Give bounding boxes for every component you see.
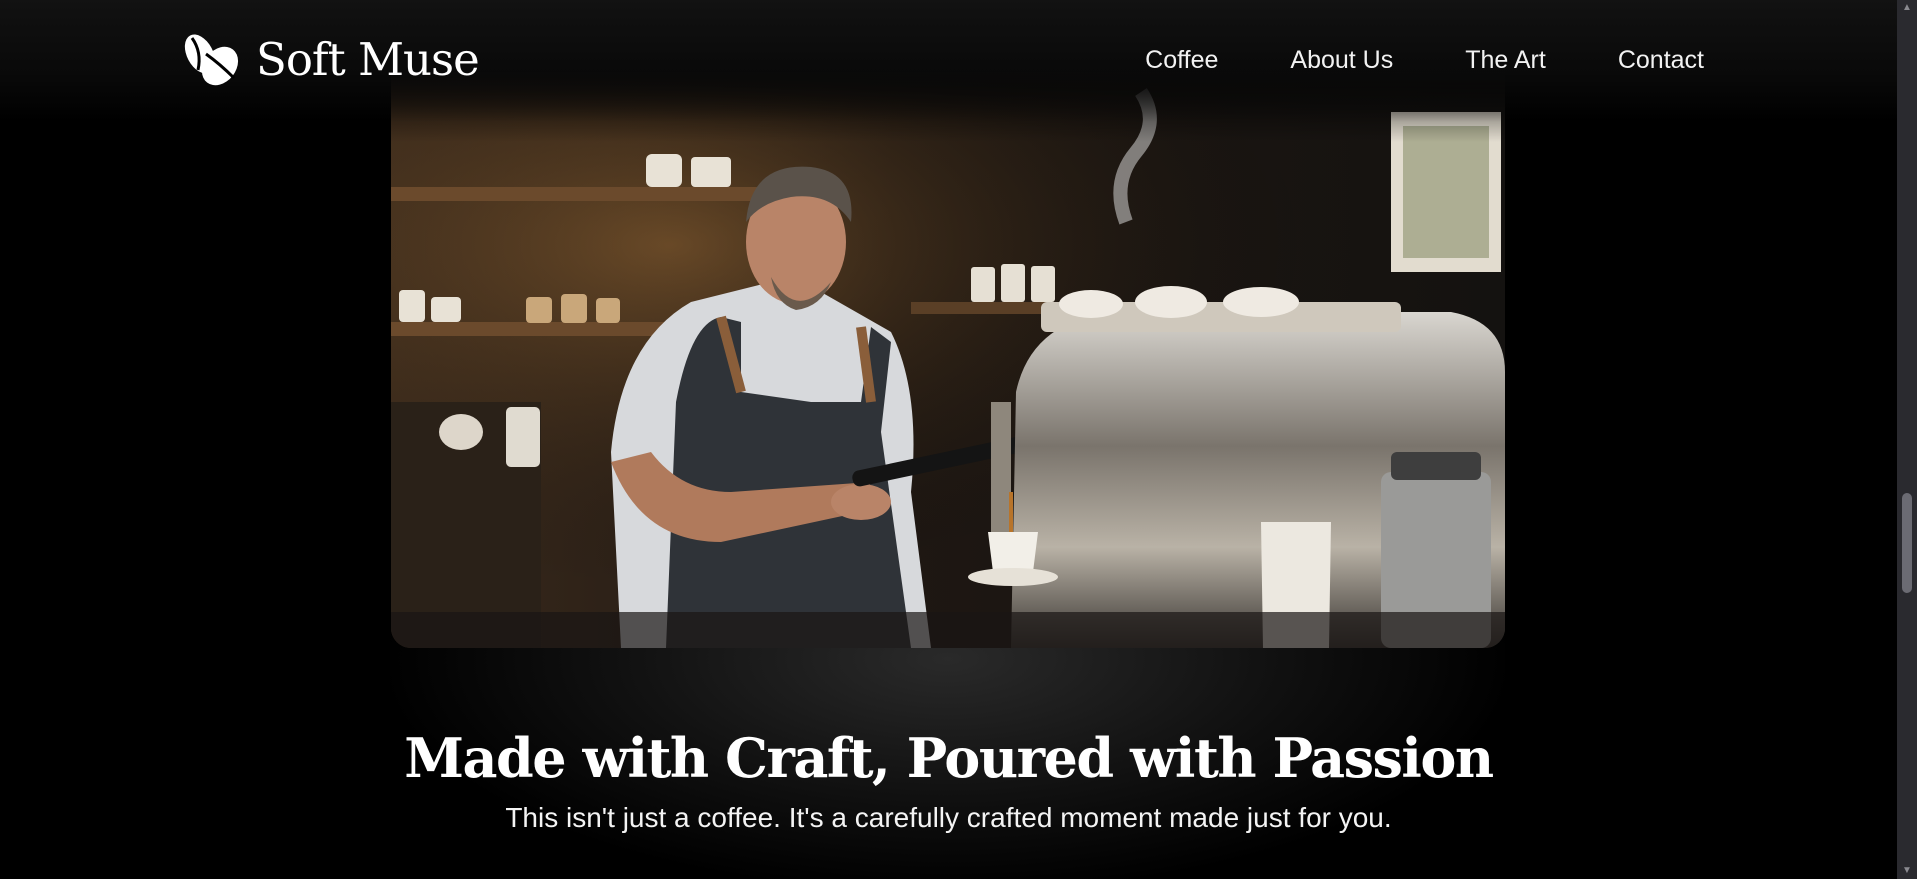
site-header: Soft Muse Coffee About Us The Art Contac… [0, 0, 1897, 122]
nav-contact[interactable]: Contact [1618, 44, 1704, 77]
scrollbar-thumb[interactable] [1902, 493, 1912, 593]
scroll-up-icon[interactable]: ▲ [1897, 0, 1917, 16]
nav-about-us[interactable]: About Us [1290, 44, 1393, 77]
hero-image [391, 72, 1505, 648]
brand-logo[interactable]: Soft Muse [180, 30, 480, 88]
coffee-bean-logo-icon [184, 34, 239, 86]
section-subheading: This isn't just a coffee. It's a careful… [505, 802, 1392, 833]
page: Soft Muse Coffee About Us The Art Contac… [0, 0, 1897, 879]
scroll-down-icon[interactable]: ▼ [1897, 863, 1917, 879]
barista-photo [391, 72, 1505, 648]
vertical-scrollbar[interactable]: ▲ ▼ [1897, 0, 1917, 879]
section-heading: Made with Craft, Poured with Passion [404, 726, 1494, 790]
nav-coffee[interactable]: Coffee [1145, 44, 1218, 77]
brand-name: Soft Muse [256, 32, 480, 86]
main-nav: Coffee About Us The Art Contact [1145, 44, 1704, 77]
nav-the-art[interactable]: The Art [1465, 44, 1546, 77]
